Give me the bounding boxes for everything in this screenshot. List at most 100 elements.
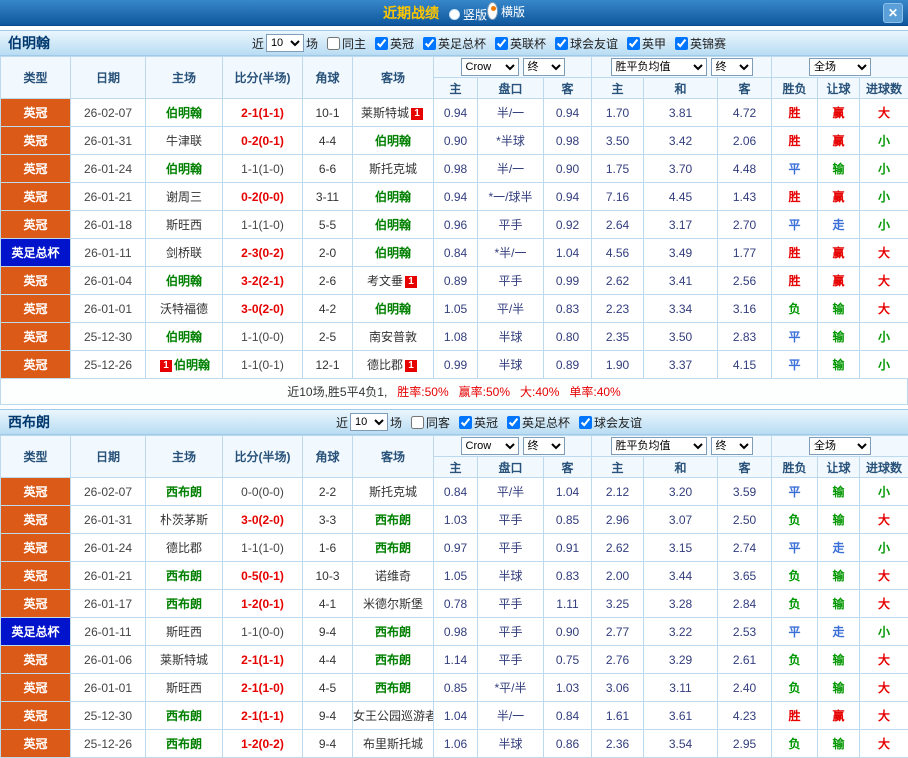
handicap-home-water: 0.85 xyxy=(434,674,478,702)
subheader-odds-draw: 和 xyxy=(644,78,718,99)
odds-away-cell: 2.83 xyxy=(718,323,772,351)
filter-checkbox-label: 同主 xyxy=(342,35,366,52)
europe-avg-select[interactable]: 胜平负均值 xyxy=(611,437,707,455)
filter-checkbox-input[interactable] xyxy=(459,416,472,429)
close-button[interactable]: ✕ xyxy=(883,3,903,23)
filter-checkbox-input[interactable] xyxy=(375,37,388,50)
handicap-away-water: 0.91 xyxy=(544,534,592,562)
filter-checkbox-input[interactable] xyxy=(675,37,688,50)
odds-home-cell: 3.50 xyxy=(592,127,644,155)
red-card-badge: 1 xyxy=(160,360,172,372)
europe-group-controls: 胜平负均值终 xyxy=(592,437,771,455)
home-team-cell: 剑桥联 xyxy=(146,239,223,267)
header-col-away: 客场 xyxy=(353,436,434,478)
handicap-away-water: 1.04 xyxy=(544,478,592,506)
handicap-group-controls: Crow终 xyxy=(434,437,591,455)
team-label: 伯明翰 xyxy=(375,218,411,232)
handicap-line-cell: 平手 xyxy=(478,646,544,674)
goals-result-cell: 大 xyxy=(860,562,908,590)
corner-cell: 4-2 xyxy=(303,295,353,323)
goals-result-cell: 小 xyxy=(860,351,908,379)
europe-avg-select[interactable]: 胜平负均值 xyxy=(611,58,707,76)
competition-cell: 英冠 xyxy=(1,506,71,534)
team-label: 朴茨茅斯 xyxy=(160,513,208,527)
recent-count-select[interactable]: 10 xyxy=(266,34,304,52)
odds-period-select[interactable]: 终 xyxy=(523,58,565,76)
match-date: 25-12-26 xyxy=(71,351,146,379)
team-label: 莱斯特城 xyxy=(361,106,409,120)
header-europe-group: 胜平负均值终 xyxy=(592,436,772,457)
filter-checkbox[interactable]: 英冠 xyxy=(459,414,498,431)
filter-checkbox-input[interactable] xyxy=(327,37,340,50)
filter-checkbox[interactable]: 英冠 xyxy=(375,35,414,52)
filter-checkbox-label: 球会友谊 xyxy=(570,35,618,52)
filter-checkbox[interactable]: 同主 xyxy=(327,35,366,52)
team-label: 西布朗 xyxy=(166,709,202,723)
team-label: 斯旺西 xyxy=(166,218,202,232)
filter-checkbox-input[interactable] xyxy=(411,416,424,429)
home-team-cell: 莱斯特城 xyxy=(146,646,223,674)
filter-checkbox-input[interactable] xyxy=(627,37,640,50)
handicap-home-water: 0.94 xyxy=(434,99,478,127)
handicap-away-water: 0.92 xyxy=(544,211,592,239)
odds-period-select[interactable]: 终 xyxy=(523,437,565,455)
handicap-home-water: 1.03 xyxy=(434,506,478,534)
filter-checkbox-label: 英冠 xyxy=(474,414,498,431)
competition-cell: 英冠 xyxy=(1,730,71,758)
team-label: 德比郡 xyxy=(166,541,202,555)
handicap-line-cell: 半/一 xyxy=(478,702,544,730)
odds-away-cell: 2.56 xyxy=(718,267,772,295)
filter-checkbox[interactable]: 同客 xyxy=(411,414,450,431)
filter-checkbox-input[interactable] xyxy=(423,37,436,50)
filter-checkbox[interactable]: 英锦赛 xyxy=(675,35,726,52)
team-label: 斯旺西 xyxy=(166,681,202,695)
filter-checkbox[interactable]: 英甲 xyxy=(627,35,666,52)
handicap-away-water: 0.89 xyxy=(544,351,592,379)
filter-checkbox-input[interactable] xyxy=(495,37,508,50)
recent-count-select[interactable]: 10 xyxy=(350,413,388,431)
view-mode-radio[interactable]: 横版 xyxy=(487,2,525,20)
filter-checkbox[interactable]: 球会友谊 xyxy=(555,35,618,52)
home-team-cell: 朴茨茅斯 xyxy=(146,506,223,534)
match-date: 26-01-01 xyxy=(71,674,146,702)
scope-select[interactable]: 全场 xyxy=(809,437,871,455)
match-row: 英冠26-02-07西布朗0-0(0-0)2-2斯托克城0.84平/半1.042… xyxy=(1,478,908,506)
handicap-away-water: 1.11 xyxy=(544,590,592,618)
scope-select[interactable]: 全场 xyxy=(809,58,871,76)
corner-cell: 2-2 xyxy=(303,478,353,506)
odds-home-cell: 1.70 xyxy=(592,99,644,127)
europe-period-select[interactable]: 终 xyxy=(711,437,753,455)
match-row: 英冠25-12-30伯明翰1-1(0-0)2-5南安普敦1.08半球0.802.… xyxy=(1,323,908,351)
corner-cell: 3-3 xyxy=(303,506,353,534)
filter-checkbox[interactable]: 英足总杯 xyxy=(507,414,570,431)
filter-checkbox[interactable]: 英联杯 xyxy=(495,35,546,52)
filter-checkbox[interactable]: 球会友谊 xyxy=(579,414,642,431)
odds-home-cell: 2.76 xyxy=(592,646,644,674)
odds-away-cell: 4.72 xyxy=(718,99,772,127)
goals-result-cell: 大 xyxy=(860,590,908,618)
filter-checkbox[interactable]: 英足总杯 xyxy=(423,35,486,52)
europe-period-select[interactable]: 终 xyxy=(711,58,753,76)
subheader-handicap-away: 客 xyxy=(544,78,592,99)
home-team-cell: 斯旺西 xyxy=(146,211,223,239)
match-row: 英冠26-01-24伯明翰1-1(1-0)6-6斯托克城0.98半/一0.901… xyxy=(1,155,908,183)
spread-result-cell: 输 xyxy=(818,646,860,674)
handicap-group-controls: Crow终 xyxy=(434,58,591,76)
filter-checkbox-input[interactable] xyxy=(579,416,592,429)
team-label: 西布朗 xyxy=(166,737,202,751)
handicap-home-water: 0.98 xyxy=(434,155,478,183)
view-mode-radio[interactable]: 竖版 xyxy=(449,6,487,23)
filter-checkbox-input[interactable] xyxy=(507,416,520,429)
filter-checkbox-input[interactable] xyxy=(555,37,568,50)
team-label: 女王公园巡游者 xyxy=(353,709,434,723)
odds-source-select[interactable]: Crow xyxy=(461,58,519,76)
team-label: 德比郡 xyxy=(367,358,403,372)
odds-source-select[interactable]: Crow xyxy=(461,437,519,455)
odds-away-cell: 2.53 xyxy=(718,618,772,646)
header-col-corner: 角球 xyxy=(303,57,353,99)
home-team-cell: 牛津联 xyxy=(146,127,223,155)
subheader-odds-draw: 和 xyxy=(644,457,718,478)
filters: 近10场同客英冠英足总杯球会友谊 xyxy=(78,413,900,431)
competition-cell: 英冠 xyxy=(1,295,71,323)
match-date: 26-02-07 xyxy=(71,99,146,127)
